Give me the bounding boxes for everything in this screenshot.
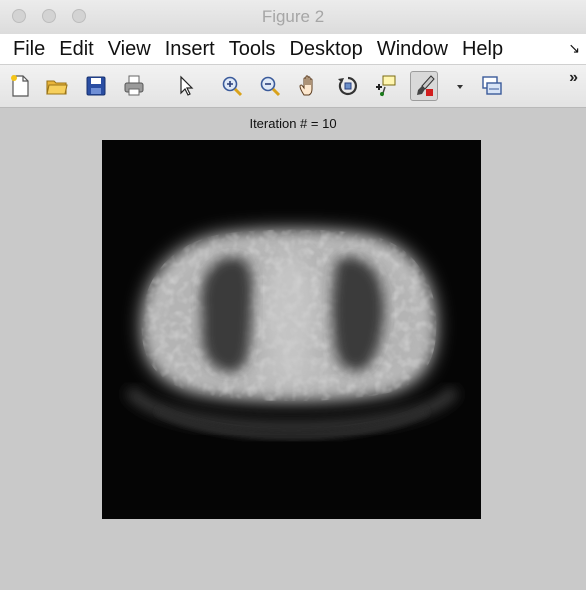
data-cursor-icon[interactable]	[373, 74, 397, 98]
link-plot-icon[interactable]	[480, 74, 504, 98]
figure-toolbar: »	[0, 65, 586, 108]
toolbar-overflow-icon[interactable]: »	[569, 69, 578, 87]
brush-icon[interactable]	[410, 71, 438, 101]
new-figure-icon[interactable]	[8, 74, 32, 98]
print-icon[interactable]	[122, 74, 146, 98]
reconstruction-image	[102, 140, 481, 519]
open-file-icon[interactable]	[45, 74, 69, 98]
brush-menu-icon[interactable]	[448, 74, 463, 98]
zoom-out-icon[interactable]	[258, 74, 282, 98]
menu-insert[interactable]: Insert	[158, 34, 222, 64]
menu-help[interactable]: Help	[455, 34, 510, 64]
axes-title: Iteration # = 10	[249, 116, 337, 131]
menu-edit[interactable]: Edit	[52, 34, 100, 64]
menu-overflow-icon[interactable]: ↘	[568, 40, 580, 57]
menu-file[interactable]: File	[0, 34, 52, 64]
figure-window: Figure 2 File Edit View Insert Tools Des…	[0, 0, 586, 590]
menu-window[interactable]: Window	[370, 34, 455, 64]
title-bar: Figure 2	[0, 0, 586, 35]
menu-tools[interactable]: Tools	[222, 34, 283, 64]
menu-view[interactable]: View	[101, 34, 158, 64]
save-icon[interactable]	[84, 74, 108, 98]
pointer-icon[interactable]	[175, 74, 199, 98]
pan-icon[interactable]	[297, 74, 321, 98]
rotate-3d-icon[interactable]	[336, 74, 360, 98]
menu-desktop[interactable]: Desktop	[282, 34, 369, 64]
window-title: Figure 2	[261, 7, 325, 26]
zoom-in-icon[interactable]	[220, 74, 244, 98]
menu-bar: File Edit View Insert Tools Desktop Wind…	[0, 34, 586, 65]
